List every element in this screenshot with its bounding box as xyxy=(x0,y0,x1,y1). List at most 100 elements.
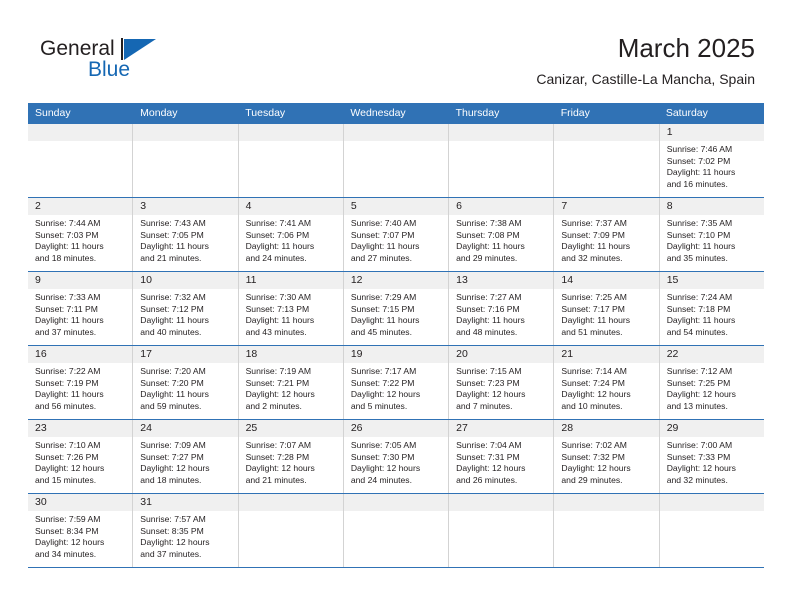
calendar-day-cell[interactable]: 30 Sunrise: 7:59 AM Sunset: 8:34 PM Dayligh… xyxy=(28,494,134,567)
sunrise-time: Sunrise: 7:10 AM xyxy=(35,440,101,450)
page-subtitle: Canizar, Castille-La Mancha, Spain xyxy=(536,71,755,87)
calendar-day-cell[interactable]: 22 Sunrise: 7:12 AM Sunset: 7:25 PM Dayligh… xyxy=(659,346,764,419)
calendar-day-cell[interactable]: 16 Sunrise: 7:22 AM Sunset: 7:19 PM Dayligh… xyxy=(28,346,134,419)
general-blue-logo[interactable]: General Blue xyxy=(40,38,160,90)
calendar-day-cell[interactable]: 15 Sunrise: 7:24 AM Sunset: 7:18 PM Dayligh… xyxy=(659,272,764,345)
calendar-day-cell[interactable]: 4 Sunrise: 7:41 AM Sunset: 7:06 PM Daylight… xyxy=(238,198,344,271)
daylight-duration-line-2: and 2 minutes. xyxy=(245,400,302,411)
day-number xyxy=(554,494,659,511)
day-number xyxy=(238,494,343,511)
calendar-day-cell[interactable]: 28 Sunrise: 7:02 AM Sunset: 7:32 PM Dayligh… xyxy=(554,420,660,493)
day-details: Sunrise: 7:15 AM Sunset: 7:23 PM Daylight:… xyxy=(449,363,553,416)
day-details: Sunrise: 7:10 AM Sunset: 7:26 PM Daylight:… xyxy=(28,437,132,490)
calendar-day-cell[interactable]: 14 Sunrise: 7:25 AM Sunset: 7:17 PM Dayligh… xyxy=(554,272,660,345)
calendar-weeks: 1 Sunrise: 7:46 AM Sunset: 7:02 PM Daylight… xyxy=(28,124,764,568)
sunrise-time: Sunrise: 7:30 AM xyxy=(245,292,312,302)
sunset-time: Sunset: 7:22 PM xyxy=(350,377,415,388)
calendar-day-cell[interactable]: 11 Sunrise: 7:30 AM Sunset: 7:13 PM Dayligh… xyxy=(238,272,344,345)
daylight-duration-line-1: Daylight: 11 hours xyxy=(666,241,736,252)
sunrise-time: Sunrise: 7:46 AM xyxy=(666,144,733,154)
daylight-duration-line-1: Daylight: 11 hours xyxy=(350,315,420,326)
day-number: 13 xyxy=(449,272,554,289)
sunrise-time: Sunrise: 7:09 AM xyxy=(140,440,206,450)
calendar-day-cell[interactable]: 10 Sunrise: 7:32 AM Sunset: 7:12 PM Dayligh… xyxy=(133,272,239,345)
calendar-day-cell[interactable]: 23 Sunrise: 7:10 AM Sunset: 7:26 PM Dayligh… xyxy=(28,420,134,493)
day-number: 12 xyxy=(343,272,449,289)
day-details: Sunrise: 7:24 AM Sunset: 7:18 PM Daylight:… xyxy=(660,289,764,342)
day-number xyxy=(449,494,554,511)
day-number: 1 xyxy=(659,124,764,141)
sunrise-time: Sunrise: 7:14 AM xyxy=(561,366,627,376)
weekday-header-thursday: Thursday xyxy=(455,107,500,119)
calendar-day-cell[interactable]: 1 Sunrise: 7:46 AM Sunset: 7:02 PM Daylight… xyxy=(659,124,764,197)
calendar-day-cell[interactable]: 18 Sunrise: 7:19 AM Sunset: 7:21 PM Dayligh… xyxy=(238,346,344,419)
sunrise-time: Sunrise: 7:37 AM xyxy=(561,218,627,228)
daylight-duration-line-1: Daylight: 11 hours xyxy=(666,167,736,178)
calendar-day-cell[interactable]: 3 Sunrise: 7:43 AM Sunset: 7:05 PM Daylight… xyxy=(133,198,239,271)
calendar-day-cell[interactable]: 12 Sunrise: 7:29 AM Sunset: 7:15 PM Dayligh… xyxy=(343,272,450,345)
day-number: 6 xyxy=(449,198,554,215)
calendar-day-cell[interactable]: 24 Sunrise: 7:09 AM Sunset: 7:27 PM Dayligh… xyxy=(133,420,239,493)
sunset-time: Sunset: 7:05 PM xyxy=(140,229,204,240)
calendar-day-cell-empty xyxy=(133,124,239,197)
daylight-duration-line-1: Daylight: 11 hours xyxy=(35,315,104,326)
sunset-time: Sunset: 7:13 PM xyxy=(245,303,310,314)
daylight-duration-line-2: and 34 minutes. xyxy=(35,548,97,559)
day-number: 25 xyxy=(238,420,343,437)
daylight-duration-line-2: and 21 minutes. xyxy=(245,474,307,485)
day-number: 3 xyxy=(133,198,238,215)
day-number: 28 xyxy=(554,420,659,437)
day-number: 24 xyxy=(133,420,238,437)
daylight-duration-line-2: and 26 minutes. xyxy=(456,474,518,485)
sunrise-time: Sunrise: 7:04 AM xyxy=(456,440,522,450)
daylight-duration-line-2: and 59 minutes. xyxy=(140,400,202,411)
calendar-day-cell[interactable]: 21 Sunrise: 7:14 AM Sunset: 7:24 PM Dayligh… xyxy=(554,346,660,419)
day-number: 21 xyxy=(554,346,659,363)
calendar-day-cell[interactable]: 9 Sunrise: 7:33 AM Sunset: 7:11 PM Daylight… xyxy=(28,272,134,345)
day-details: Sunrise: 7:12 AM Sunset: 7:25 PM Daylight:… xyxy=(660,363,764,416)
day-details: Sunrise: 7:00 AM Sunset: 7:33 PM Daylight:… xyxy=(660,437,764,490)
calendar-day-cell[interactable]: 7 Sunrise: 7:37 AM Sunset: 7:09 PM Daylight… xyxy=(554,198,660,271)
day-number: 27 xyxy=(449,420,554,437)
daylight-duration-line-1: Daylight: 12 hours xyxy=(561,463,631,474)
calendar-week-row: 23 Sunrise: 7:10 AM Sunset: 7:26 PM Dayligh… xyxy=(28,420,764,494)
calendar-day-cell[interactable]: 31 Sunrise: 7:57 AM Sunset: 8:35 PM Dayligh… xyxy=(133,494,239,567)
calendar-day-cell[interactable]: 29 Sunrise: 7:00 AM Sunset: 7:33 PM Dayligh… xyxy=(659,420,764,493)
daylight-duration-line-1: Daylight: 12 hours xyxy=(350,389,421,400)
calendar-day-cell[interactable]: 19 Sunrise: 7:17 AM Sunset: 7:22 PM Dayligh… xyxy=(343,346,450,419)
sunrise-time: Sunrise: 7:41 AM xyxy=(245,218,312,228)
calendar-day-cell[interactable]: 6 Sunrise: 7:38 AM Sunset: 7:08 PM Daylight… xyxy=(449,198,555,271)
calendar-week-row: 16 Sunrise: 7:22 AM Sunset: 7:19 PM Dayligh… xyxy=(28,346,764,420)
daylight-duration-line-2: and 54 minutes. xyxy=(666,326,728,337)
daylight-duration-line-2: and 27 minutes. xyxy=(350,252,412,263)
day-number: 7 xyxy=(554,198,659,215)
day-details: Sunrise: 7:29 AM Sunset: 7:15 PM Daylight:… xyxy=(344,289,448,342)
sunrise-time: Sunrise: 7:44 AM xyxy=(35,218,101,228)
sunset-time: Sunset: 7:24 PM xyxy=(561,377,625,388)
calendar-day-cell[interactable]: 27 Sunrise: 7:04 AM Sunset: 7:31 PM Dayligh… xyxy=(449,420,555,493)
calendar-day-cell-empty xyxy=(343,124,450,197)
calendar-day-cell[interactable]: 20 Sunrise: 7:15 AM Sunset: 7:23 PM Dayligh… xyxy=(449,346,555,419)
calendar-day-cell[interactable]: 13 Sunrise: 7:27 AM Sunset: 7:16 PM Dayligh… xyxy=(449,272,555,345)
sunrise-time: Sunrise: 7:17 AM xyxy=(350,366,417,376)
day-number xyxy=(133,124,238,141)
sunset-time: Sunset: 7:15 PM xyxy=(350,303,415,314)
daylight-duration-line-2: and 16 minutes. xyxy=(666,178,728,189)
calendar-day-cell[interactable]: 25 Sunrise: 7:07 AM Sunset: 7:28 PM Dayligh… xyxy=(238,420,344,493)
calendar-day-cell[interactable]: 2 Sunrise: 7:44 AM Sunset: 7:03 PM Daylight… xyxy=(28,198,134,271)
day-details: Sunrise: 7:32 AM Sunset: 7:12 PM Daylight:… xyxy=(133,289,237,342)
day-details: Sunrise: 7:57 AM Sunset: 8:35 PM Daylight:… xyxy=(133,511,237,564)
day-number: 20 xyxy=(449,346,554,363)
day-number: 4 xyxy=(238,198,343,215)
day-details: Sunrise: 7:43 AM Sunset: 7:05 PM Daylight:… xyxy=(133,215,237,268)
day-number xyxy=(449,124,554,141)
calendar-day-cell[interactable]: 8 Sunrise: 7:35 AM Sunset: 7:10 PM Daylight… xyxy=(659,198,764,271)
calendar-day-cell[interactable]: 17 Sunrise: 7:20 AM Sunset: 7:20 PM Dayligh… xyxy=(133,346,239,419)
calendar-day-cell[interactable]: 26 Sunrise: 7:05 AM Sunset: 7:30 PM Dayligh… xyxy=(343,420,450,493)
calendar-day-cell[interactable]: 5 Sunrise: 7:40 AM Sunset: 7:07 PM Daylight… xyxy=(343,198,450,271)
day-details: Sunrise: 7:22 AM Sunset: 7:19 PM Daylight:… xyxy=(28,363,132,416)
daylight-duration-line-2: and 45 minutes. xyxy=(350,326,412,337)
daylight-duration-line-2: and 37 minutes. xyxy=(35,326,97,337)
daylight-duration-line-2: and 48 minutes. xyxy=(456,326,518,337)
day-details: Sunrise: 7:09 AM Sunset: 7:27 PM Daylight:… xyxy=(133,437,237,490)
